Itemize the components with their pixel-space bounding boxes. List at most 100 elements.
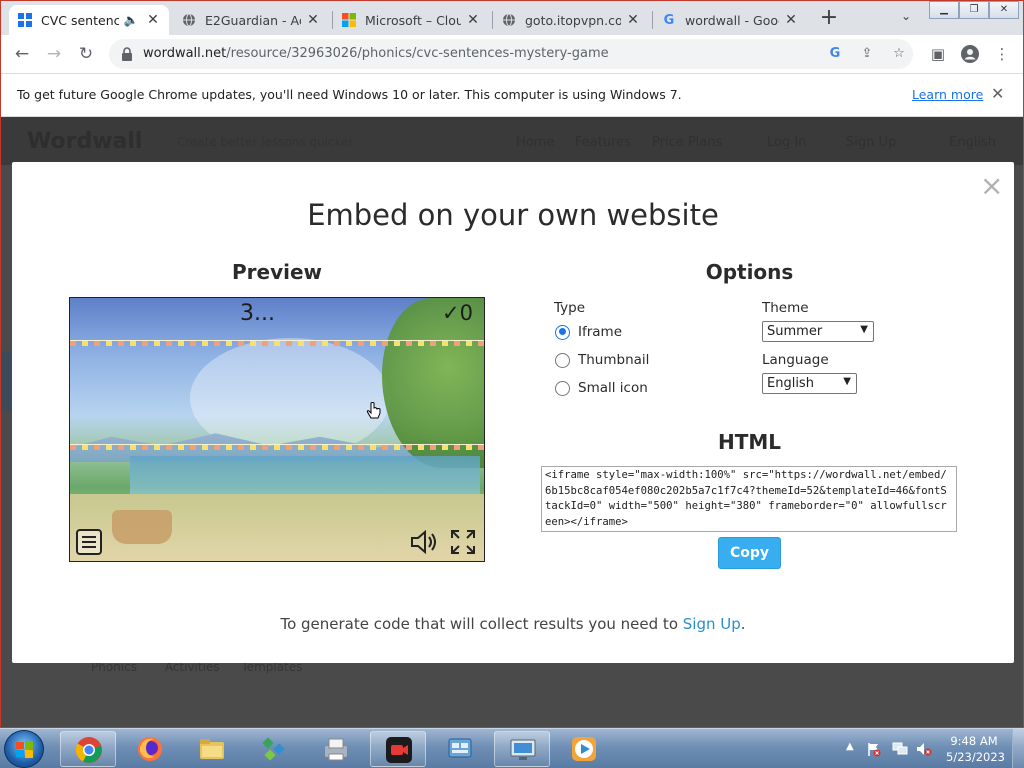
clock-date[interactable]: 5/23/2023 <box>946 750 1005 764</box>
printer-fax-icon <box>325 738 347 761</box>
taskbar: ▲ 9:48 AM 5/23/2023 <box>0 728 1024 768</box>
type-option-small-icon[interactable]: Small icon <box>555 380 648 396</box>
tab-strip: CVC sentence 🔈 ✕ E2Guardian - Acce ✕ Mic… <box>1 1 1023 35</box>
new-tab-button[interactable]: + <box>817 7 841 31</box>
share-icon[interactable]: ⇪ <box>857 44 877 64</box>
chevron-down-icon: ▼ <box>860 324 868 335</box>
action-center-flag-icon[interactable] <box>866 741 882 757</box>
google-icon: G <box>663 12 675 28</box>
restore-button[interactable]: ❐ <box>959 1 989 19</box>
hamburger-menu-icon[interactable] <box>76 529 102 555</box>
speaker-icon[interactable]: 🔈 <box>123 12 139 28</box>
taskbar-chrome[interactable] <box>60 731 116 767</box>
show-hidden-icons-arrow[interactable]: ▲ <box>846 741 854 752</box>
taskbar-file-explorer[interactable] <box>184 731 240 767</box>
modal-title: Embed on your own website <box>307 198 719 232</box>
chrome-window: CVC sentence 🔈 ✕ E2Guardian - Acce ✕ Mic… <box>0 0 1024 728</box>
tab-title: Microsoft – Cloud <box>365 12 461 28</box>
taskbar-control-panel[interactable] <box>432 731 488 767</box>
side-panel-icon[interactable]: ▣ <box>927 43 949 65</box>
taskbar-screen-recorder[interactable] <box>370 731 426 767</box>
url-path: /resource/32963026/phonics/cvc-sentences… <box>226 46 609 61</box>
radio-thumbnail[interactable] <box>555 352 570 368</box>
profile-avatar-icon[interactable] <box>959 43 981 65</box>
taskbar-media-player[interactable] <box>556 731 612 767</box>
signup-note-text: To generate code that will collect resul… <box>280 615 683 633</box>
taskbar-remote-desktop[interactable] <box>494 731 550 767</box>
close-tab-icon[interactable]: ✕ <box>305 12 321 28</box>
embed-modal: × Embed on your own website Preview Opti… <box>12 162 1014 663</box>
radio-iframe[interactable] <box>555 324 570 340</box>
tab-microsoft[interactable]: Microsoft – Cloud ✕ <box>333 5 489 35</box>
type-option-iframe[interactable]: Iframe <box>555 324 622 340</box>
nav-features[interactable]: Features <box>575 135 631 150</box>
media-player-icon <box>572 737 596 761</box>
type-option-thumbnail[interactable]: Thumbnail <box>555 352 649 368</box>
learn-more-link[interactable]: Learn more <box>912 87 983 102</box>
close-tab-icon[interactable]: ✕ <box>625 12 641 28</box>
lock-icon[interactable] <box>121 47 133 61</box>
radio-label: Iframe <box>578 324 623 340</box>
copy-button[interactable]: Copy <box>718 537 781 569</box>
tab-cvc-sentences[interactable]: CVC sentence 🔈 ✕ <box>9 5 169 35</box>
nav-home[interactable]: Home <box>516 135 554 150</box>
theme-label: Theme <box>762 300 809 316</box>
tab-itopvpn[interactable]: goto.itopvpn.com ✕ <box>493 5 649 35</box>
taskbar-firefox[interactable] <box>122 731 178 767</box>
tab-google-search[interactable]: G wordwall - Google ✕ <box>653 5 807 35</box>
wordwall-icon <box>17 12 33 28</box>
game-preview[interactable]: 3... ✓0 <box>69 297 485 562</box>
globe-icon <box>181 12 197 28</box>
taskbar-printer-fax[interactable] <box>308 731 364 767</box>
google-lens-icon[interactable]: G <box>825 44 845 64</box>
close-icon[interactable]: ✕ <box>991 84 1004 103</box>
tab-title: E2Guardian - Acce <box>205 12 301 28</box>
radio-small-icon[interactable] <box>555 380 570 396</box>
nav-language[interactable]: English <box>949 135 996 150</box>
forward-button[interactable]: → <box>41 41 67 67</box>
volume-muted-icon[interactable] <box>916 741 932 757</box>
fullscreen-icon[interactable] <box>450 529 476 555</box>
close-tab-icon[interactable]: ✕ <box>783 12 799 28</box>
speaker-icon[interactable] <box>410 530 438 554</box>
address-bar[interactable]: wordwall.net/resource/32963026/phonics/c… <box>109 39 913 69</box>
close-tab-icon[interactable]: ✕ <box>145 12 161 28</box>
browser-toolbar: ← → ↻ wordwall.net/resource/32963026/pho… <box>1 35 1023 73</box>
preview-heading: Preview <box>231 260 323 284</box>
network-icon[interactable] <box>892 741 908 757</box>
hand-cursor-icon <box>366 402 381 419</box>
page-edge-decoration <box>1 351 11 411</box>
show-desktop-button[interactable] <box>1012 729 1024 768</box>
url-text[interactable]: wordwall.net/resource/32963026/phonics/c… <box>143 46 609 61</box>
taskbar-network-app[interactable] <box>246 731 302 767</box>
bookmark-star-icon[interactable]: ☆ <box>889 44 909 64</box>
minimize-button[interactable]: ▁ <box>929 1 959 19</box>
embed-code-textarea[interactable]: <iframe style="max-width:100%" src="http… <box>541 466 957 532</box>
nav-sign-up[interactable]: Sign Up <box>846 135 896 150</box>
radio-label: Thumbnail <box>578 352 650 368</box>
theme-select[interactable]: Summer ▼ <box>762 321 874 342</box>
update-infobar: To get future Google Chrome updates, you… <box>1 73 1023 117</box>
site-logo[interactable]: Wordwall <box>27 129 142 154</box>
sign-up-link[interactable]: Sign Up <box>683 615 741 633</box>
chevron-down-icon[interactable]: ⌄ <box>897 9 915 27</box>
network-app-icon <box>262 737 285 761</box>
window-controls: ▁ ❐ ✕ <box>929 1 1019 19</box>
kebab-menu-icon[interactable]: ⋮ <box>991 43 1013 65</box>
start-button[interactable] <box>4 730 44 768</box>
close-tab-icon[interactable]: ✕ <box>465 12 481 28</box>
reload-button[interactable]: ↻ <box>73 41 99 67</box>
control-panel-icon <box>448 738 472 758</box>
nav-log-in[interactable]: Log In <box>767 135 806 150</box>
tab-e2guardian[interactable]: E2Guardian - Acce ✕ <box>173 5 329 35</box>
nav-price-plans[interactable]: Price Plans <box>652 135 722 150</box>
game-score: ✓0 <box>442 301 473 325</box>
clock-time[interactable]: 9:48 AM <box>946 734 1002 748</box>
back-button[interactable]: ← <box>9 41 35 67</box>
close-window-button[interactable]: ✕ <box>989 1 1019 19</box>
game-timer: 3... <box>240 301 275 326</box>
close-modal-icon[interactable]: × <box>980 172 1003 200</box>
file-explorer-icon <box>200 739 224 759</box>
language-select-value: English <box>767 376 814 391</box>
language-select[interactable]: English ▼ <box>762 373 857 394</box>
